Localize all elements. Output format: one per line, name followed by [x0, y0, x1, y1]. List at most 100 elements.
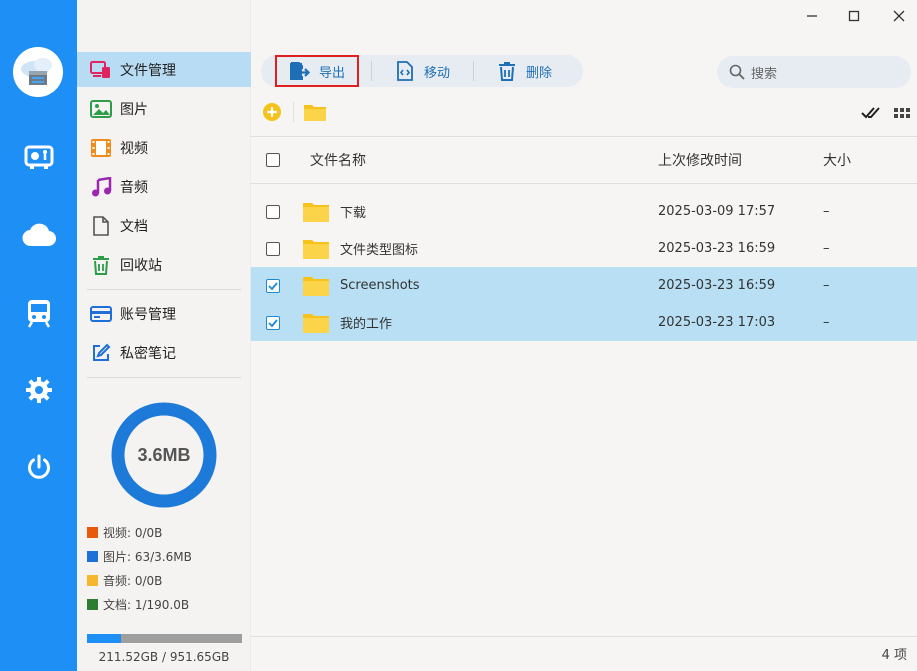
document-icon: [90, 215, 112, 237]
close-button[interactable]: [888, 5, 910, 27]
sidebar-item-account-management[interactable]: 账号管理: [77, 296, 251, 331]
root-folder-button[interactable]: [303, 102, 327, 122]
delete-button[interactable]: 删除: [496, 55, 552, 87]
close-icon: [893, 10, 905, 22]
legend-audio: 音频: 0/0B: [87, 571, 162, 589]
legend-swatch: [87, 574, 98, 586]
sidebar-item-label: 文档: [120, 218, 148, 235]
table-row[interactable]: 下载 2025-03-09 17:57 –: [251, 193, 917, 230]
sidebar-item-audio[interactable]: 音频: [77, 169, 251, 204]
cloud-server-logo-icon: [13, 47, 63, 97]
toolbar-separator: [371, 61, 372, 81]
column-header-name[interactable]: 文件名称: [310, 137, 366, 183]
file-modified: 2025-03-23 16:59: [658, 241, 776, 256]
folder-icon: [304, 105, 326, 121]
add-circle-icon: [263, 103, 281, 121]
folder-icon: [302, 304, 330, 341]
file-name: 文件类型图标: [340, 243, 419, 258]
left-rail: [0, 0, 77, 671]
export-button[interactable]: 导出: [289, 55, 345, 87]
legend-swatch: [87, 550, 98, 562]
sidebar-divider: [87, 289, 241, 290]
subbar-separator: [293, 102, 294, 122]
move-label: 移动: [424, 65, 451, 81]
legend-label: 文档: 1/190.0B: [103, 597, 190, 612]
storage-donut-label: 3.6MB: [137, 444, 191, 465]
cloud-icon[interactable]: [22, 218, 56, 252]
gear-icon[interactable]: [22, 373, 56, 407]
storage-usage-fill: [87, 634, 122, 643]
maximize-button[interactable]: [843, 5, 865, 27]
grid-view-button[interactable]: [893, 104, 911, 122]
select-all-button[interactable]: [861, 103, 881, 123]
sidebar-item-file-manager[interactable]: 文件管理: [77, 52, 251, 87]
row-checkbox[interactable]: [266, 230, 280, 267]
file-modified: 2025-03-09 17:57: [658, 204, 776, 219]
sidebar-item-label: 音频: [120, 179, 148, 196]
row-checkbox[interactable]: [266, 267, 280, 304]
table-row[interactable]: 我的工作 2025-03-23 17:03 –: [251, 304, 917, 341]
file-name: 我的工作: [340, 317, 393, 332]
legend-label: 视频: 0/0B: [103, 525, 163, 540]
table-row[interactable]: Screenshots 2025-03-23 16:59 –: [251, 267, 917, 304]
add-button[interactable]: [262, 102, 282, 122]
row-checkbox[interactable]: [266, 304, 280, 341]
storage-usage-text: 211.52GB / 951.65GB: [98, 650, 230, 664]
devices-icon: [90, 59, 112, 81]
export-icon: [289, 60, 311, 82]
minimize-icon: [807, 15, 817, 17]
search-placeholder: 搜索: [751, 66, 778, 82]
edit-icon: [90, 342, 112, 364]
file-size: –: [823, 278, 830, 293]
check-icon: [268, 281, 278, 290]
grid-icon: [894, 108, 910, 118]
legend-swatch: [87, 526, 98, 538]
legend-videos: 视频: 0/0B: [87, 523, 162, 541]
legend-images: 图片: 63/3.6MB: [87, 547, 192, 565]
table-header: 文件名称 上次修改时间 大小: [251, 137, 917, 184]
sidebar-item-recycle-bin[interactable]: 回收站: [77, 247, 251, 282]
storage-usage-bar: [87, 634, 242, 643]
file-size: –: [823, 315, 830, 330]
sidebar-item-private-notes[interactable]: 私密笔记: [77, 335, 251, 370]
sidebar-item-label: 回收站: [120, 257, 162, 274]
file-name: Screenshots: [340, 278, 420, 293]
image-icon: [90, 98, 112, 120]
move-icon: [394, 60, 416, 82]
status-divider: [251, 636, 917, 637]
column-header-size[interactable]: 大小: [823, 137, 851, 183]
file-size: –: [823, 204, 830, 219]
toolbar-separator: [473, 61, 474, 81]
minimize-button[interactable]: [801, 5, 823, 27]
train-icon[interactable]: [22, 296, 56, 330]
sidebar-item-documents[interactable]: 文档: [77, 208, 251, 243]
folder-icon: [302, 230, 330, 267]
folder-icon: [302, 267, 330, 304]
legend-label: 图片: 63/3.6MB: [103, 549, 192, 564]
column-header-modified[interactable]: 上次修改时间: [658, 137, 742, 183]
search-input[interactable]: 搜索: [717, 56, 911, 88]
power-icon[interactable]: [22, 450, 56, 484]
sidebar-item-videos[interactable]: 视频: [77, 130, 251, 165]
file-size: –: [823, 241, 830, 256]
table-row[interactable]: 文件类型图标 2025-03-23 16:59 –: [251, 230, 917, 267]
folder-icon: [302, 193, 330, 230]
delete-label: 删除: [526, 65, 553, 81]
sidebar-item-images[interactable]: 图片: [77, 91, 251, 126]
trash-icon: [496, 60, 518, 82]
row-checkbox[interactable]: [266, 193, 280, 230]
sidebar: 文件管理 图片 视频 音频 文档 回收站 账号管理 私密笔记 3.6MB 视频:…: [77, 0, 251, 671]
avatar[interactable]: [13, 47, 63, 97]
move-button[interactable]: 移动: [394, 55, 450, 87]
music-icon: [90, 176, 112, 198]
export-label: 导出: [319, 65, 346, 81]
sidebar-item-label: 图片: [120, 101, 148, 118]
check-icon: [268, 318, 278, 327]
card-icon: [90, 303, 112, 325]
double-check-icon: [861, 107, 880, 119]
select-all-checkbox[interactable]: [266, 137, 280, 183]
file-modified: 2025-03-23 17:03: [658, 315, 776, 330]
file-name: 下载: [340, 206, 367, 221]
sidebar-item-label: 文件管理: [120, 62, 176, 79]
video-icon[interactable]: [22, 140, 56, 174]
